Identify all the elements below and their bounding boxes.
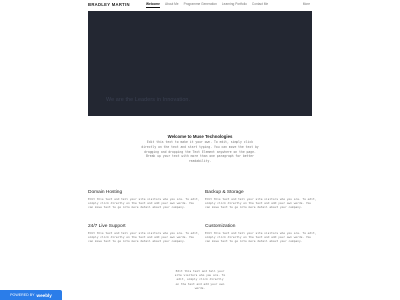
nav-item-programme-generation[interactable]: Programme Generation	[184, 2, 217, 8]
hero-banner: We are the Leaders in Innovation.	[88, 11, 312, 116]
page-frame: BRADLEY MARTIN Welcome About Me Programm…	[88, 0, 316, 300]
nav-more-menu[interactable]: More	[303, 2, 310, 6]
main-nav: Welcome About Me Programme Generation Le…	[146, 2, 268, 8]
nav-item-learning-portfolio[interactable]: Learning Portfolio	[222, 2, 247, 8]
powered-by-weebly-badge[interactable]: POWERED BY weebly	[0, 290, 62, 300]
badge-brand: weebly	[36, 292, 52, 298]
top-navigation-bar: BRADLEY MARTIN Welcome About Me Programm…	[88, 0, 312, 10]
nav-item-about-me[interactable]: About Me	[165, 2, 179, 8]
feature-body-domain-hosting: Edit this text and tell your site visito…	[88, 197, 200, 210]
feature-title-domain-hosting: Domain Hosting	[88, 190, 123, 195]
welcome-paragraph: Edit this text to make it your own. To e…	[141, 140, 259, 164]
feature-body-live-support: Edit this text and tell your site visito…	[88, 231, 200, 244]
feature-title-backup-storage: Backup & Storage	[205, 190, 244, 195]
site-logo[interactable]: BRADLEY MARTIN	[88, 2, 130, 7]
welcome-heading: Welcome to Muse Technologies	[167, 134, 233, 139]
nav-item-contact-me[interactable]: Contact Me	[252, 2, 268, 8]
badge-prefix: POWERED BY	[10, 293, 35, 297]
feature-title-customization: Customization	[205, 224, 236, 229]
nav-item-welcome[interactable]: Welcome	[146, 2, 160, 8]
hero-title: We are the Leaders in Innovation.	[106, 97, 191, 103]
feature-body-backup-storage: Edit this text and tell your site visito…	[205, 197, 317, 210]
feature-body-customization: Edit this text and tell your site visito…	[205, 231, 317, 244]
feature-title-live-support: 24/7 Live Support	[88, 224, 126, 229]
footer-paragraph: Edit this text and tell your site visito…	[174, 269, 226, 290]
